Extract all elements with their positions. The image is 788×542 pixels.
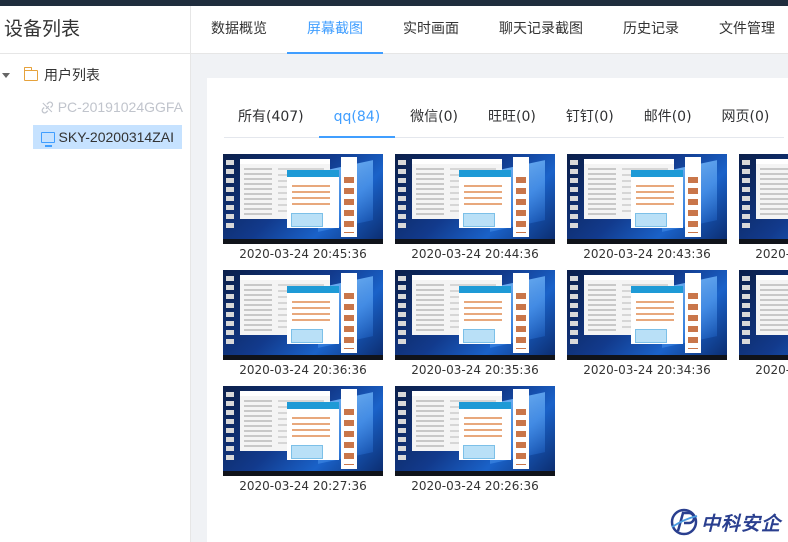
screenshot-image[interactable] xyxy=(395,270,555,360)
screenshot-timestamp: 2020-03-24 20:27:36 xyxy=(239,479,367,493)
tab-screenshots[interactable]: 屏幕截图 xyxy=(287,6,383,54)
device-name: PC-20191024GGFA xyxy=(57,99,183,115)
screenshot-image[interactable] xyxy=(739,270,788,360)
screenshot-timestamp: 2020-03-24 20:43:36 xyxy=(583,247,711,261)
screenshot-timestamp: 2020-03-24 20:45:36 xyxy=(239,247,367,261)
screenshot-image[interactable] xyxy=(395,154,555,244)
screenshot-thumbnail[interactable]: 2020-03-24 20:26:36 xyxy=(395,386,555,498)
category-tab-bar: 所有(407) qq(84) 微信(0) 旺旺(0) 钉钉(0) 邮件(0) 网… xyxy=(224,96,784,138)
screenshot-thumbnail[interactable]: 2020-03-24 20:36:36 xyxy=(223,270,383,382)
brand-logo: 中科安企 xyxy=(669,504,781,540)
category-tab-web[interactable]: 网页(0) xyxy=(707,96,785,138)
screenshot-timestamp: 2020-03-24 20:33:36 xyxy=(755,363,788,377)
tab-live-view[interactable]: 实时画面 xyxy=(383,6,479,54)
screenshot-image[interactable] xyxy=(395,386,555,476)
caret-down-icon[interactable] xyxy=(2,72,10,78)
screenshot-image[interactable] xyxy=(567,270,727,360)
device-name: SKY-20200314ZAI xyxy=(58,129,174,145)
link-icon xyxy=(41,101,54,113)
device-node-offline[interactable]: PC-20191024GGFA xyxy=(33,95,191,119)
main-area: 数据概览 屏幕截图 实时画面 聊天记录截图 历史记录 文件管理 所有(407) … xyxy=(191,6,788,542)
tab-chat-screenshots[interactable]: 聊天记录截图 xyxy=(479,6,603,54)
screenshot-image[interactable] xyxy=(567,154,727,244)
screenshot-thumbnail[interactable]: 2020-03-24 20:44:36 xyxy=(395,154,555,266)
screenshot-timestamp: 2020-03-24 20:44:36 xyxy=(411,247,539,261)
screenshot-image[interactable] xyxy=(223,386,383,476)
screenshot-image[interactable] xyxy=(223,270,383,360)
screenshot-timestamp: 2020-03-24 20:26:36 xyxy=(411,479,539,493)
screenshot-image[interactable] xyxy=(223,154,383,244)
screenshot-thumbnail[interactable]: 2020-03-24 20:34:36 xyxy=(567,270,727,382)
brand-logo-icon xyxy=(670,508,698,536)
top-tab-bar: 数据概览 屏幕截图 实时画面 聊天记录截图 历史记录 文件管理 xyxy=(191,6,788,54)
screenshot-thumbnail[interactable]: 2020-03-24 20:35:36 xyxy=(395,270,555,382)
tab-file-manager[interactable]: 文件管理 xyxy=(699,6,788,54)
device-node-online[interactable]: SKY-20200314ZAI xyxy=(33,125,182,149)
tab-data-overview[interactable]: 数据概览 xyxy=(191,6,287,54)
folder-icon xyxy=(23,66,38,81)
tree-root-label: 用户列表 xyxy=(44,68,100,84)
sidebar-title: 设备列表 xyxy=(0,6,190,54)
tab-history[interactable]: 历史记录 xyxy=(603,6,699,54)
screenshot-thumbnail[interactable]: 2020-03-24 20:33:36 xyxy=(739,270,788,382)
category-tab-dingtalk[interactable]: 钉钉(0) xyxy=(551,96,629,138)
screenshot-timestamp: 2020-03-24 20:42:36 xyxy=(755,247,788,261)
screenshot-thumbnail[interactable]: 2020-03-24 20:42:36 xyxy=(739,154,788,266)
screenshot-panel: 所有(407) qq(84) 微信(0) 旺旺(0) 钉钉(0) 邮件(0) 网… xyxy=(207,78,788,542)
monitor-icon xyxy=(41,131,55,147)
category-tab-wangwang[interactable]: 旺旺(0) xyxy=(473,96,551,138)
screenshot-thumbnail[interactable]: 2020-03-24 20:43:36 xyxy=(567,154,727,266)
category-tab-wechat[interactable]: 微信(0) xyxy=(395,96,473,138)
screenshot-image[interactable] xyxy=(739,154,788,244)
screenshot-thumbnail[interactable]: 2020-03-24 20:45:36 xyxy=(223,154,383,266)
category-tab-qq[interactable]: qq(84) xyxy=(318,96,396,138)
tree-root-user-list[interactable]: 用户列表 xyxy=(0,64,100,86)
category-tab-email[interactable]: 邮件(0) xyxy=(629,96,707,138)
screenshot-timestamp: 2020-03-24 20:36:36 xyxy=(239,363,367,377)
screenshot-timestamp: 2020-03-24 20:34:36 xyxy=(583,363,711,377)
device-sidebar: 设备列表 用户列表 PC-20191024GGFA SKY-20200314ZA… xyxy=(0,6,191,542)
screenshot-thumbnail[interactable]: 2020-03-24 20:27:36 xyxy=(223,386,383,498)
brand-name: 中科安企 xyxy=(701,512,782,535)
category-tab-all[interactable]: 所有(407) xyxy=(224,96,319,138)
screenshot-timestamp: 2020-03-24 20:35:36 xyxy=(411,363,539,377)
